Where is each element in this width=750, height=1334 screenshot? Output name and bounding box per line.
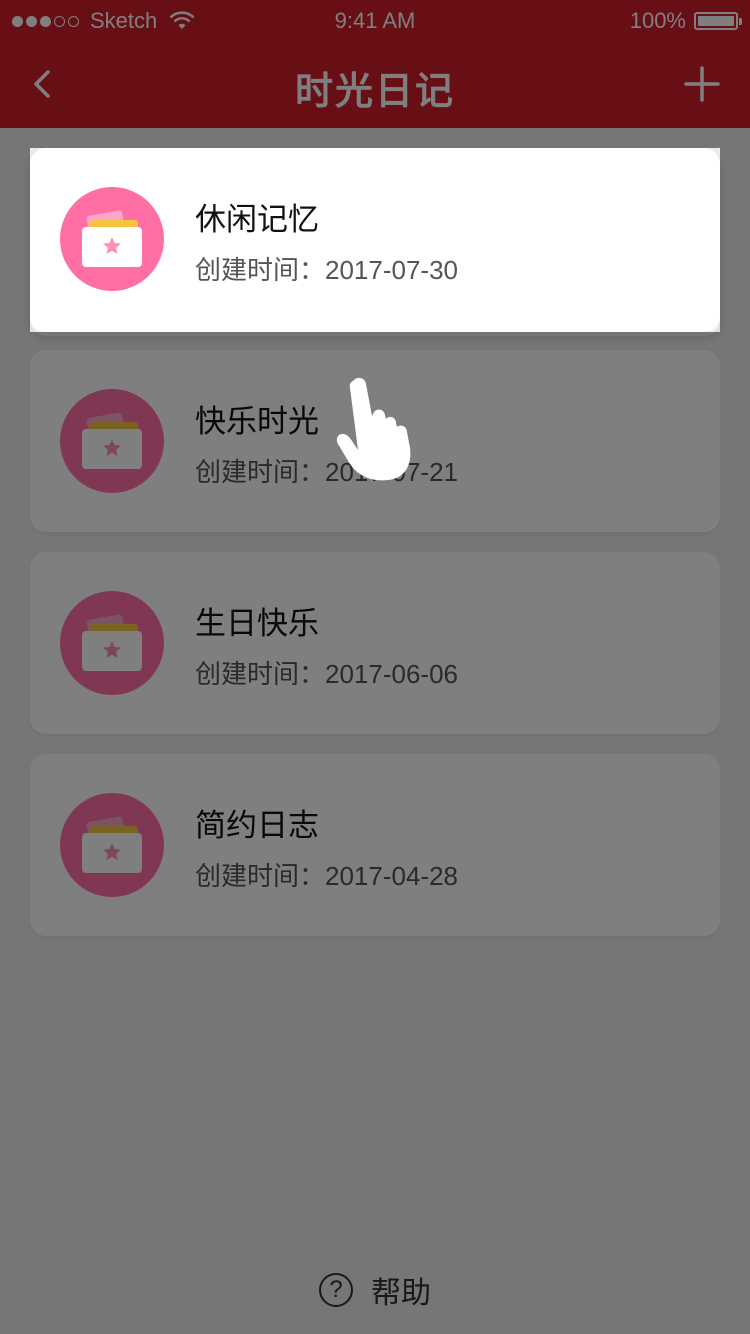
diary-title: 快乐时光	[195, 404, 319, 440]
nav-bar: 时光日记	[0, 40, 750, 128]
created-label: 创建时间：	[195, 861, 326, 891]
diary-created-info: 创建时间：2017-06-06	[195, 654, 458, 691]
battery-level	[698, 16, 734, 26]
diary-title: 休闲记忆	[195, 202, 319, 238]
help-icon: ?	[319, 1273, 353, 1307]
help-label: 帮助	[371, 1276, 431, 1311]
diary-card[interactable]: 生日快乐 创建时间：2017-06-06	[30, 552, 720, 734]
created-label: 创建时间：	[195, 457, 326, 487]
plus-icon[interactable]	[682, 64, 722, 104]
app-header: Sketch 9:41 AM 100% 时光日记	[0, 0, 750, 128]
page-title: 时光日记	[294, 69, 455, 113]
diary-created-info: 创建时间：2017-07-30	[195, 250, 458, 287]
created-date: 2017-04-28	[325, 861, 459, 891]
status-bar: Sketch 9:41 AM 100%	[0, 0, 750, 40]
folder-icon	[60, 187, 164, 291]
created-date: 2017-07-30	[325, 255, 459, 285]
battery-icon	[694, 12, 742, 30]
folder-icon	[60, 793, 164, 897]
diary-created-info: 创建时间：2017-04-28	[195, 856, 458, 893]
help-link[interactable]: ? 帮助	[0, 1268, 750, 1312]
folder-icon	[60, 591, 164, 695]
folder-icon	[60, 389, 164, 493]
diary-card[interactable]: 休闲记忆 创建时间：2017-07-30	[30, 148, 720, 332]
diary-card[interactable]: 简约日志 创建时间：2017-04-28	[30, 754, 720, 936]
created-date: 2017-06-06	[325, 659, 459, 689]
hand-pointer-icon	[336, 377, 411, 481]
created-label: 创建时间：	[195, 659, 326, 689]
created-label: 创建时间：	[195, 255, 326, 285]
diary-list: 休闲记忆 创建时间：2017-07-30 快乐时光 创建时间：2017-07-2…	[30, 148, 720, 956]
status-right: 100%	[629, 8, 742, 34]
battery-percent: 100%	[629, 8, 686, 33]
diary-title: 生日快乐	[195, 606, 319, 642]
diary-title: 简约日志	[195, 808, 319, 844]
